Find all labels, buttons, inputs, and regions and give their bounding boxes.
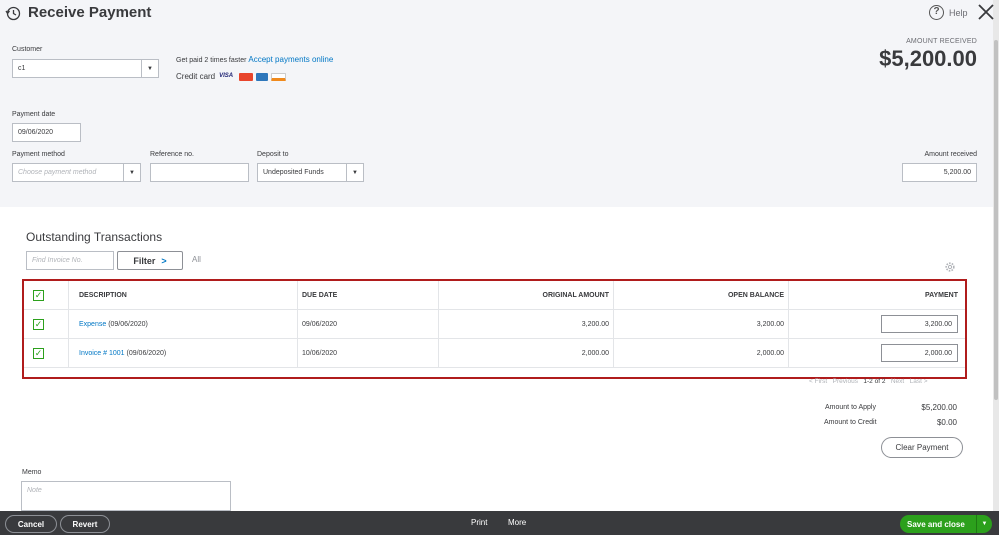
customer-select[interactable]: c1 ▼: [12, 59, 159, 78]
payment-method-select[interactable]: Choose payment method ▼: [12, 163, 141, 182]
row-checkbox[interactable]: ✓: [33, 339, 44, 367]
chevron-down-icon[interactable]: ▼: [141, 60, 158, 77]
credit-card-line: Credit card VISA: [176, 72, 289, 81]
print-button[interactable]: Print: [471, 518, 487, 527]
customer-value: c1: [18, 65, 26, 72]
gear-icon[interactable]: [944, 261, 956, 273]
amount-to-apply-label: Amount to Apply: [825, 404, 876, 411]
pager-previous[interactable]: Previous: [833, 378, 858, 385]
amount-to-credit-value: $0.00: [936, 418, 957, 427]
row-description: Invoice # 1001 (09/06/2020): [79, 339, 166, 367]
save-and-close-button[interactable]: Save and close ▼: [900, 515, 992, 533]
transactions-table: ✓ DESCRIPTION DUE DATE ORIGINAL AMOUNT O…: [22, 279, 967, 379]
transaction-date: (09/06/2020): [106, 320, 148, 328]
chevron-down-icon[interactable]: ▼: [976, 515, 992, 533]
row-open-balance: 3,200.00: [756, 320, 784, 328]
row-original-amount: 3,200.00: [581, 320, 609, 328]
row-checkbox[interactable]: ✓: [33, 310, 44, 338]
check-icon: ✓: [33, 318, 44, 330]
scrollbar[interactable]: [993, 0, 999, 511]
table-header-row: ✓ DESCRIPTION DUE DATE ORIGINAL AMOUNT O…: [24, 281, 965, 310]
row-payment-cell: 2,000.00: [881, 339, 958, 367]
credit-card-label: Credit card: [176, 72, 216, 81]
pager-last[interactable]: Last >: [910, 378, 928, 385]
visa-logo-icon: VISA: [219, 72, 234, 79]
reference-label: Reference no.: [150, 151, 194, 158]
column-header-open-balance[interactable]: OPEN BALANCE: [728, 281, 784, 309]
cancel-button[interactable]: Cancel: [5, 515, 57, 533]
payment-method-label: Payment method: [12, 151, 65, 158]
chevron-right-icon: >: [161, 255, 167, 266]
column-header-original-amount[interactable]: ORIGINAL AMOUNT: [543, 281, 610, 309]
payment-date-input[interactable]: 09/06/2020: [12, 123, 81, 142]
transaction-link[interactable]: Expense: [79, 321, 106, 328]
save-and-close-label: Save and close: [907, 519, 965, 529]
amount-to-credit-label: Amount to Credit: [824, 419, 877, 426]
row-description: Expense (09/06/2020): [79, 310, 148, 338]
amount-to-apply-value: $5,200.00: [921, 403, 957, 412]
filter-button[interactable]: Filter >: [117, 251, 183, 270]
amount-received-total: $5,200.00: [879, 46, 977, 71]
accept-payments-link[interactable]: Accept payments online: [248, 55, 333, 64]
filter-all-label: All: [192, 255, 201, 264]
customer-label: Customer: [12, 46, 43, 53]
page-title: Receive Payment: [28, 4, 152, 21]
row-payment-cell: 3,200.00: [881, 310, 958, 338]
promo-text: Get paid 2 times faster: [176, 57, 247, 64]
check-icon: ✓: [33, 347, 44, 359]
promo-line: Get paid 2 times faster Accept payments …: [176, 55, 333, 64]
select-all-checkbox[interactable]: ✓: [33, 281, 44, 309]
history-icon[interactable]: [5, 5, 21, 21]
header-panel: [0, 0, 993, 207]
chevron-down-icon[interactable]: ▼: [123, 164, 140, 181]
row-original-amount: 2,000.00: [581, 349, 609, 357]
payment-date-label: Payment date: [12, 111, 56, 118]
table-row: ✓ Invoice # 1001 (09/06/2020) 10/06/2020…: [24, 339, 965, 368]
more-button[interactable]: More: [508, 518, 526, 527]
amount-received-header-label: AMOUNT RECEIVED: [906, 38, 977, 45]
mastercard-logo-icon: [239, 72, 254, 81]
filter-label: Filter: [133, 255, 156, 266]
deposit-to-select[interactable]: Undeposited Funds ▼: [257, 163, 364, 182]
help-icon[interactable]: ?: [929, 5, 944, 20]
payment-input[interactable]: 3,200.00: [881, 315, 958, 333]
deposit-to-value: Undeposited Funds: [263, 169, 324, 176]
revert-button[interactable]: Revert: [60, 515, 110, 533]
scrollbar-thumb[interactable]: [994, 40, 998, 400]
section-title: Outstanding Transactions: [26, 230, 163, 244]
pager-next[interactable]: Next: [891, 378, 904, 385]
find-invoice-input[interactable]: Find Invoice No.: [26, 251, 114, 270]
column-header-payment[interactable]: PAYMENT: [925, 281, 958, 309]
deposit-to-label: Deposit to: [257, 151, 289, 158]
clear-payment-button[interactable]: Clear Payment: [881, 437, 963, 458]
payment-method-placeholder: Choose payment method: [18, 169, 97, 176]
reference-input[interactable]: [150, 163, 249, 182]
help-link[interactable]: Help: [949, 8, 968, 18]
table-row: ✓ Expense (09/06/2020) 09/06/2020 3,200.…: [24, 310, 965, 339]
close-icon[interactable]: [977, 3, 995, 21]
discover-logo-icon: [271, 72, 287, 81]
transaction-date: (09/06/2020): [124, 349, 167, 357]
footer-bar: Cancel Revert Print More Save and close …: [0, 511, 999, 535]
pager-first[interactable]: < First: [809, 378, 827, 385]
column-header-description[interactable]: DESCRIPTION: [79, 281, 127, 309]
amex-logo-icon: [256, 72, 269, 81]
row-due-date: 10/06/2020: [302, 349, 338, 357]
row-due-date: 09/06/2020: [302, 320, 338, 328]
row-open-balance: 2,000.00: [756, 349, 784, 357]
transaction-link[interactable]: Invoice # 1001: [79, 350, 125, 357]
amount-received-input[interactable]: 5,200.00: [902, 163, 977, 182]
chevron-down-icon[interactable]: ▼: [346, 164, 363, 181]
column-header-due-date[interactable]: DUE DATE: [302, 281, 337, 309]
amount-received-label: Amount received: [924, 151, 977, 158]
memo-textarea[interactable]: Note: [21, 481, 231, 511]
check-icon: ✓: [33, 289, 44, 301]
pager: < First Previous 1-2 of 2 Next Last >: [809, 378, 928, 385]
memo-label: Memo: [22, 469, 42, 476]
pager-range: 1-2 of 2: [863, 378, 886, 385]
payment-input[interactable]: 2,000.00: [881, 344, 958, 362]
